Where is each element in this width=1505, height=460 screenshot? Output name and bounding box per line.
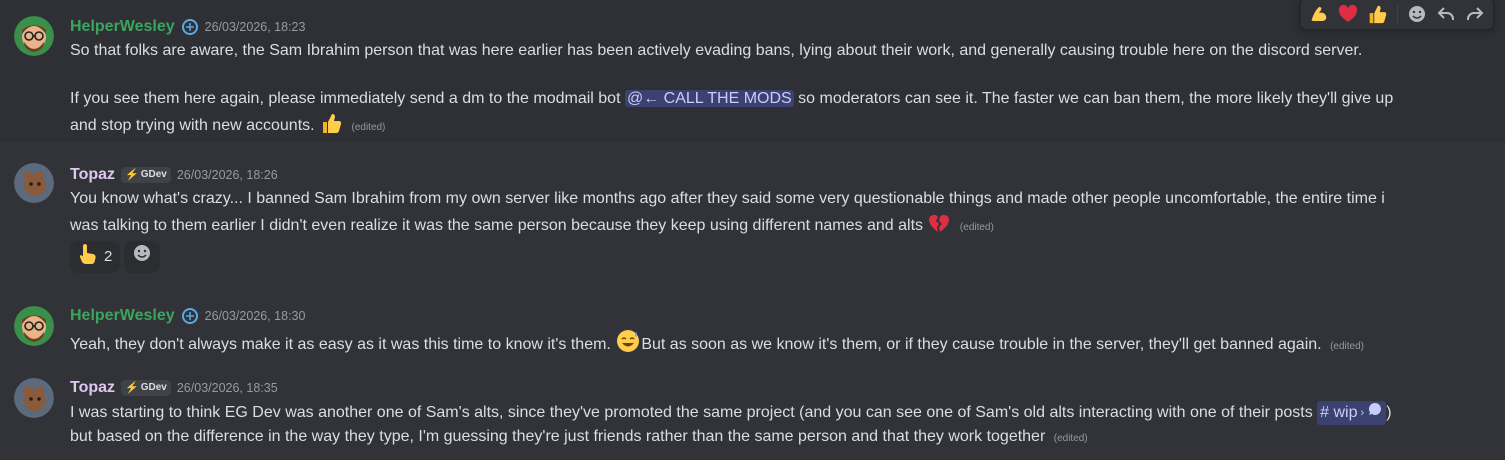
- bot-icon: [181, 307, 199, 325]
- message-text: and stop trying with new accounts.: [70, 117, 315, 134]
- message-content: So that folks are aware, the Sam Ibrahim…: [70, 39, 1485, 143]
- message-content: Yeah, they don't always make it as easy …: [70, 328, 1485, 362]
- username[interactable]: Topaz: [70, 163, 115, 187]
- reaction-pointing-up[interactable]: 2: [70, 241, 121, 273]
- message-text: Yeah, they don't always make it as easy …: [70, 336, 611, 353]
- timestamp[interactable]: 26/03/2026, 18:26: [177, 163, 278, 187]
- reply-icon[interactable]: [1433, 0, 1460, 28]
- edited-label: (edited): [1053, 433, 1088, 444]
- message-toolbar: [1300, 0, 1494, 30]
- message-header: Topaz ⚡ GDev 26/03/2026, 18:26: [70, 163, 278, 187]
- message-1[interactable]: HelperWesley 26/03/2026, 18:23 So that f…: [0, 0, 1505, 142]
- message-header: HelperWesley 26/03/2026, 18:30: [70, 304, 305, 328]
- message-text: but based on the difference in the way t…: [70, 428, 1046, 445]
- username[interactable]: HelperWesley: [70, 304, 175, 328]
- message-text: so moderators can see it. The faster we …: [798, 90, 1394, 107]
- red-heart-icon[interactable]: [1334, 0, 1361, 28]
- message-text: So that folks are aware, the Sam Ibrahim…: [70, 42, 1363, 59]
- broken-heart-icon: [927, 211, 951, 243]
- add-reaction-icon: [132, 243, 152, 271]
- bot-icon: [181, 18, 199, 36]
- role-mention[interactable]: @← CALL THE MODS: [624, 90, 794, 107]
- message-text: I was starting to think EG Dev was anoth…: [70, 404, 1313, 421]
- timestamp[interactable]: 26/03/2026, 18:23: [205, 15, 306, 39]
- thumbs-up-icon[interactable]: [1363, 0, 1390, 28]
- message-text: If you see them here again, please immed…: [70, 90, 621, 107]
- channel-link[interactable]: # wip ›: [1317, 401, 1387, 425]
- timestamp[interactable]: 26/03/2026, 18:30: [205, 304, 306, 328]
- thread-icon: [1367, 401, 1383, 425]
- thumbs-up-icon: [319, 111, 343, 143]
- message-text: But as soon as we know it's them, or if …: [641, 336, 1322, 353]
- message-3[interactable]: HelperWesley 26/03/2026, 18:30 Yeah, the…: [0, 296, 1505, 360]
- avatar[interactable]: [14, 16, 54, 56]
- server-tag[interactable]: ⚡ GDev: [121, 380, 171, 396]
- reaction-count: 2: [104, 248, 113, 265]
- add-reaction-icon[interactable]: [1403, 0, 1430, 28]
- forward-icon[interactable]: [1462, 0, 1489, 28]
- message-2[interactable]: Topaz ⚡ GDev 26/03/2026, 18:26 You know w…: [0, 152, 1505, 280]
- message-content: I was starting to think EG Dev was anoth…: [70, 401, 1485, 451]
- avatar[interactable]: [14, 306, 54, 346]
- username[interactable]: Topaz: [70, 376, 115, 400]
- message-text: ): [1386, 404, 1392, 421]
- pointing-up-icon: [78, 242, 98, 272]
- lightning-icon: ⚡: [125, 169, 139, 181]
- edited-label: (edited): [959, 222, 994, 233]
- timestamp[interactable]: 26/03/2026, 18:35: [177, 376, 278, 400]
- username[interactable]: HelperWesley: [70, 15, 175, 39]
- add-reaction-button[interactable]: [124, 241, 161, 273]
- sweat-smile-icon: [615, 328, 641, 362]
- message-content: You know what's crazy... I banned Sam Ib…: [70, 187, 1485, 243]
- lightning-icon: ⚡: [125, 382, 139, 394]
- message-text: was talking to them earlier I didn't eve…: [70, 217, 924, 234]
- message-header: Topaz ⚡ GDev 26/03/2026, 18:35: [70, 376, 278, 400]
- avatar[interactable]: [14, 163, 54, 203]
- message-text: You know what's crazy... I banned Sam Ib…: [70, 190, 1385, 207]
- chevron-right-icon: ›: [1360, 407, 1365, 419]
- edited-label: (edited): [351, 122, 386, 133]
- message-header: HelperWesley 26/03/2026, 18:23: [70, 15, 305, 39]
- message-4[interactable]: Topaz ⚡ GDev 26/03/2026, 18:35 I was star…: [0, 370, 1505, 460]
- toolbar-divider: [1396, 4, 1398, 24]
- server-tag[interactable]: ⚡ GDev: [121, 167, 171, 183]
- flexed-biceps-icon[interactable]: [1305, 0, 1332, 28]
- edited-label: (edited): [1330, 341, 1364, 352]
- avatar[interactable]: [14, 378, 54, 418]
- reactions-bar: 2: [70, 241, 161, 273]
